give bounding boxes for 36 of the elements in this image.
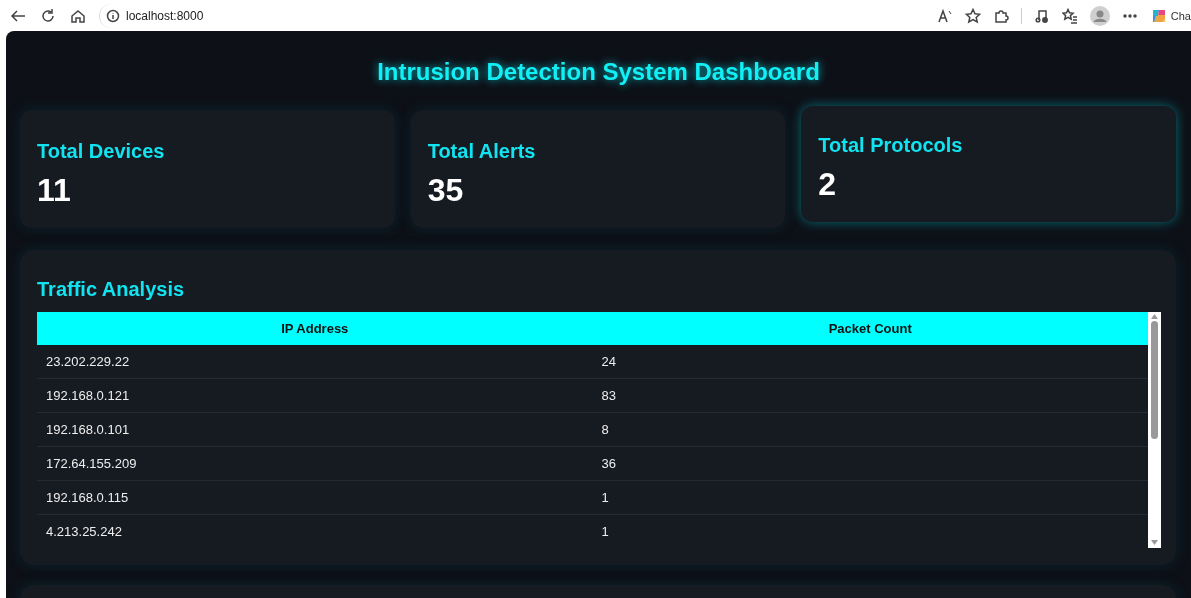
favorites-icon[interactable] bbox=[1061, 7, 1078, 24]
address-text[interactable]: localhost:8000 bbox=[126, 8, 204, 23]
stat-value: 35 bbox=[427, 172, 465, 209]
scroll-up-icon[interactable] bbox=[1151, 314, 1158, 319]
stat-value: 2 bbox=[818, 166, 838, 203]
table-cell: 192.168.0.121 bbox=[37, 378, 593, 413]
stat-value: 11 bbox=[37, 172, 72, 209]
table-cell: 1 bbox=[592, 480, 1148, 515]
table-cell: 4.213.25.242 bbox=[37, 514, 593, 548]
scroll-down-icon[interactable] bbox=[1151, 540, 1158, 545]
stat-label: Total Protocols bbox=[818, 134, 964, 157]
star-icon[interactable] bbox=[964, 7, 981, 24]
music-note-icon[interactable] bbox=[1033, 7, 1050, 24]
stat-label: Total Alerts bbox=[427, 140, 537, 163]
table-cell: 24 bbox=[592, 345, 1148, 379]
dashboard-title: Intrusion Detection System Dashboard bbox=[377, 58, 820, 86]
scrollbar[interactable] bbox=[1148, 312, 1161, 548]
read-aloud-icon[interactable] bbox=[936, 7, 953, 24]
table-cell: 192.168.0.101 bbox=[37, 412, 593, 447]
sidebar-label[interactable]: Cha bbox=[1170, 9, 1191, 22]
scrollbar-thumb[interactable] bbox=[1151, 321, 1158, 439]
table-cell: 83 bbox=[592, 378, 1148, 413]
reload-icon[interactable] bbox=[39, 6, 57, 25]
section-title: Traffic Analysis bbox=[37, 278, 185, 301]
table-cell: 8 bbox=[592, 412, 1148, 447]
info-icon[interactable] bbox=[106, 8, 120, 23]
table-cell: 23.202.229.22 bbox=[37, 345, 593, 379]
table-cell: 192.168.0.115 bbox=[37, 480, 593, 515]
puzzle-icon[interactable] bbox=[992, 7, 1009, 24]
table-cell: 36 bbox=[592, 446, 1148, 481]
profile-avatar-icon[interactable] bbox=[1089, 5, 1110, 26]
stat-label: Total Devices bbox=[37, 140, 166, 163]
table-cell: 1 bbox=[592, 514, 1148, 548]
table-cell: 172.64.155.209 bbox=[37, 446, 593, 481]
column-header: IP Address bbox=[37, 312, 593, 345]
column-header: Packet Count bbox=[592, 312, 1148, 345]
